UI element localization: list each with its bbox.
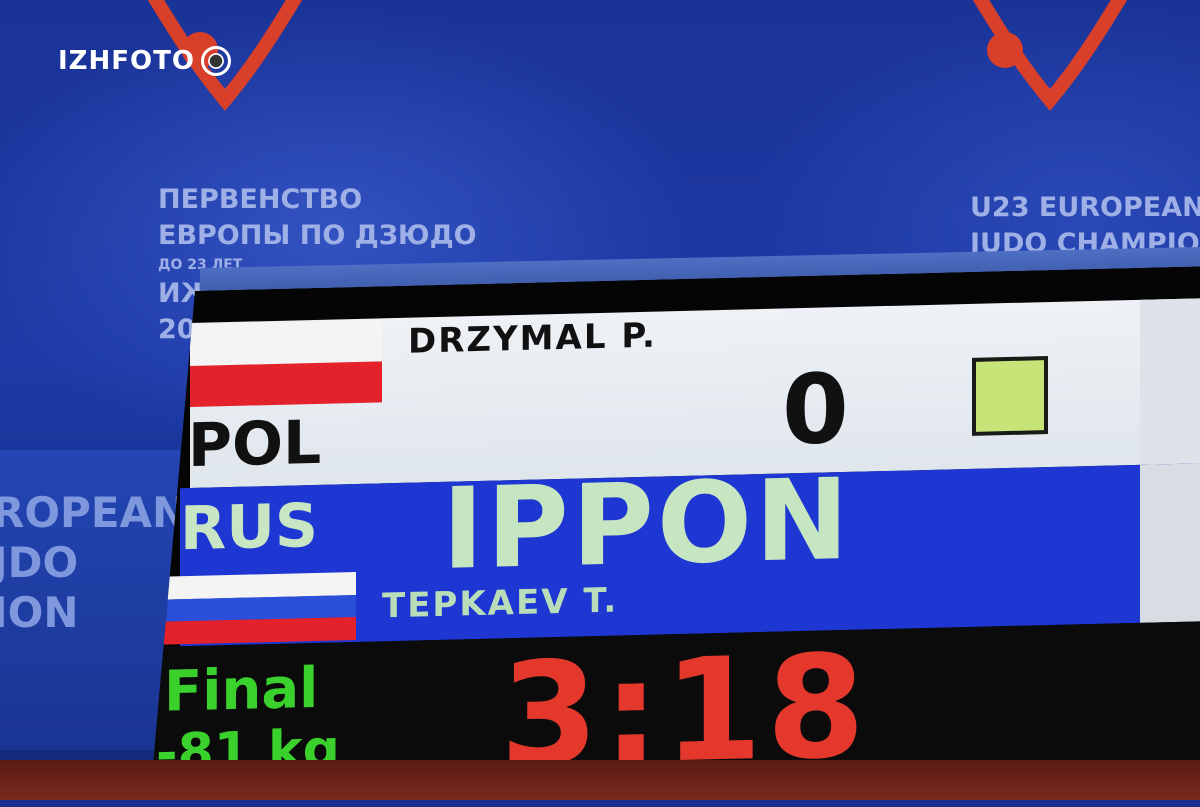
watermark-text: IZHFOTO <box>58 46 195 76</box>
blue-competitor-country: RUS <box>180 490 319 565</box>
championship-logo-icon <box>972 0 1128 111</box>
row-edge <box>1140 298 1200 464</box>
side-banner-text: ROPEAN JDO ION <box>0 488 187 638</box>
banner-line: JDO <box>0 538 79 587</box>
white-competitor-country: POL <box>188 407 322 482</box>
watermark-logo: IZHFOTO <box>58 44 231 78</box>
banner-line: ROPEAN <box>0 488 188 537</box>
russia-flag-icon <box>164 572 356 645</box>
match-stage: Final <box>164 655 319 725</box>
banner-line: ПЕРВЕНСТВО <box>158 184 363 215</box>
result-ippon: IPPON <box>442 454 852 595</box>
blue-competitor-name: TEPKAEV T. <box>382 580 619 627</box>
banner-line: U23 EUROPEAN <box>970 192 1200 223</box>
penalty-indicator <box>972 356 1048 436</box>
banner-line: ION <box>0 588 79 637</box>
white-competitor-score: 0 <box>782 352 849 467</box>
arena-floor <box>0 760 1200 800</box>
scoreboard: DRZYMAL P. POL 0 RUS IPPON TEPKAEV T. Fi… <box>150 266 1200 800</box>
white-competitor-name: DRZYMAL P. <box>408 315 657 362</box>
poland-flag-icon <box>190 320 382 407</box>
camera-lens-icon <box>201 46 231 76</box>
banner-line: ЕВРОПЫ ПО ДЗЮДО <box>158 220 477 251</box>
row-edge <box>1140 463 1200 622</box>
